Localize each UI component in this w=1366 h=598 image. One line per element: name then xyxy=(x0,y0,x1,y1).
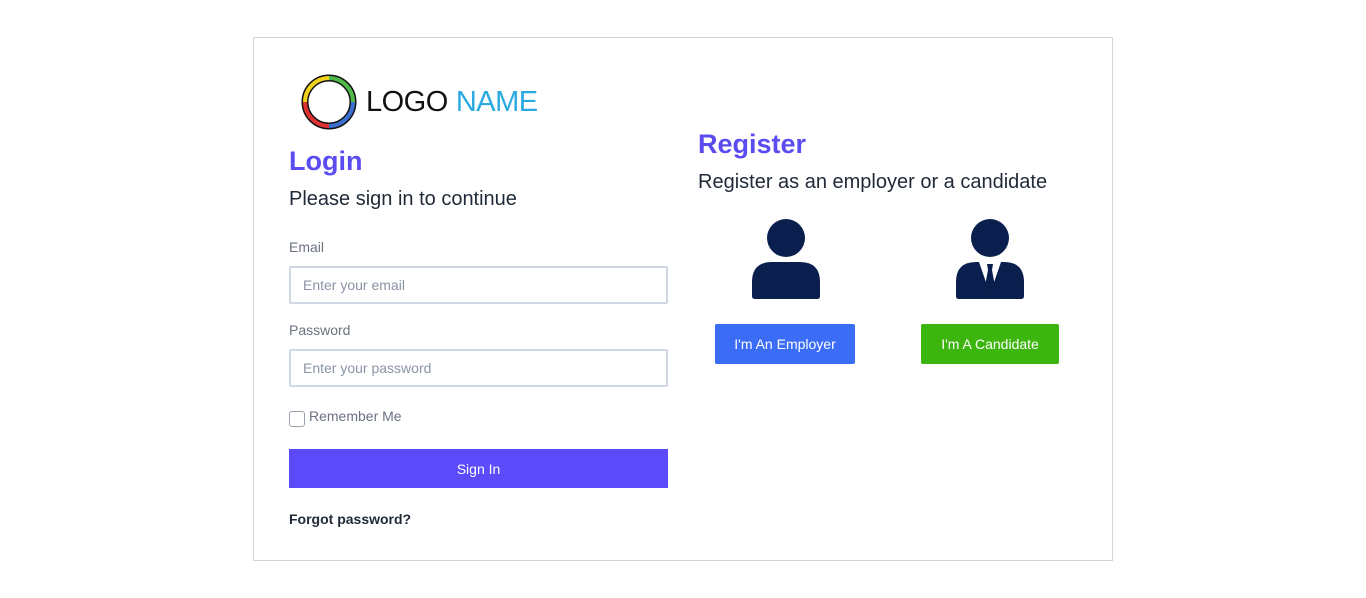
logo-ring-icon xyxy=(301,74,357,130)
email-field[interactable] xyxy=(289,266,668,304)
password-field[interactable] xyxy=(289,349,668,387)
remember-me-label: Remember Me xyxy=(309,408,402,424)
forgot-password-link[interactable]: Forgot password? xyxy=(289,511,411,527)
logo-text: LOGO NAME xyxy=(366,85,538,118)
logo-word-1: LOGO xyxy=(366,85,448,118)
register-subtitle: Register as an employer or a candidate xyxy=(698,171,1048,193)
auth-card: LOGO NAME Login Please sign in to continu… xyxy=(253,37,1113,561)
login-subtitle: Please sign in to continue xyxy=(289,188,517,210)
logo-word-2: NAME xyxy=(455,85,538,118)
register-title: Register xyxy=(698,129,807,159)
remember-me[interactable]: Remember Me xyxy=(289,405,402,427)
login-title: Login xyxy=(289,146,363,176)
remember-me-checkbox[interactable] xyxy=(289,411,305,427)
email-label: Email xyxy=(289,239,325,255)
sign-in-button[interactable]: Sign In xyxy=(289,449,668,488)
person-with-tie-icon xyxy=(956,219,1024,299)
candidate-button[interactable]: I'm A Candidate xyxy=(921,324,1059,364)
employer-button[interactable]: I'm An Employer xyxy=(715,324,855,364)
person-icon xyxy=(752,219,820,299)
logo: LOGO NAME xyxy=(298,70,538,134)
password-label: Password xyxy=(289,322,351,338)
